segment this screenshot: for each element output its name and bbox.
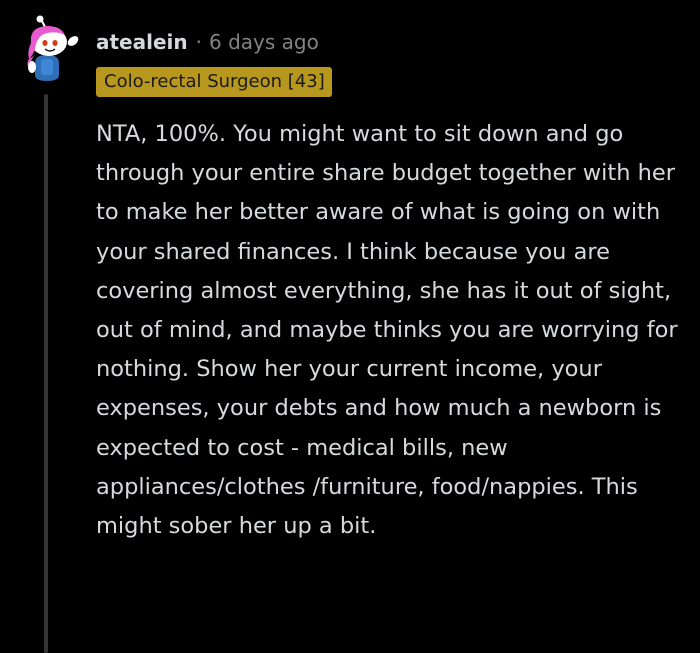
snoo-avatar-icon [27,15,79,81]
comment-body: NTA, 100%. You might want to sit down an… [96,121,678,540]
meta-separator: · [195,30,202,54]
comment-meta: atealein · 6 days ago [96,28,319,56]
comment: atealein · 6 days ago Colo-rectal Surgeo… [0,0,700,653]
user-flair: Colo-rectal Surgeon [43] [96,67,332,97]
username-link[interactable]: atealein [96,30,188,54]
thread-collapse-line[interactable] [44,94,48,653]
avatar[interactable] [17,15,83,85]
timestamp[interactable]: 6 days ago [209,30,319,54]
